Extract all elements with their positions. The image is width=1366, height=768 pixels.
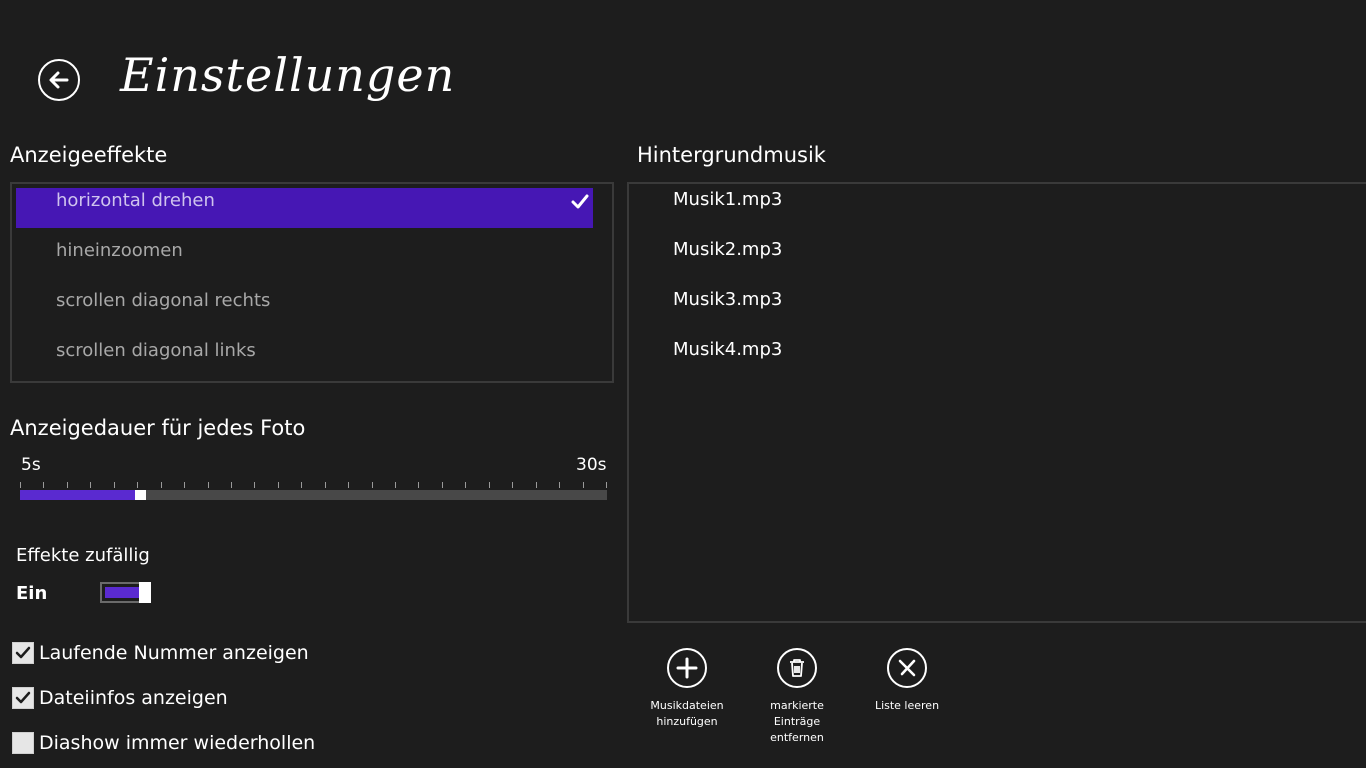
slider-tick	[442, 482, 443, 488]
effects-heading: Anzeigeeffekte	[10, 143, 168, 167]
slider-tick	[348, 482, 349, 488]
slider-tick	[536, 482, 537, 488]
remove-selected-label: markierte Einträge entfernen	[770, 699, 824, 744]
effects-list[interactable]: horizontal drehen hineinzoomen scrollen …	[10, 182, 614, 383]
slider-tick	[606, 482, 607, 488]
slider-tick	[90, 482, 91, 488]
toggle-fill	[105, 587, 140, 598]
checkmark-icon	[15, 691, 31, 704]
slider-tick	[278, 482, 279, 488]
back-arrow-icon	[49, 71, 69, 89]
effect-item-label: horizontal drehen	[56, 190, 215, 211]
slider-tick	[372, 482, 373, 488]
slider-max-label: 30s	[576, 455, 607, 475]
slider-tick	[231, 482, 232, 488]
slider-thumb[interactable]	[135, 490, 146, 500]
slider-tick	[325, 482, 326, 488]
effect-item-scrollen-diagonal-links[interactable]: scrollen diagonal links	[16, 338, 593, 378]
checkbox-label: Laufende Nummer anzeigen	[39, 642, 309, 664]
clear-list-button[interactable]: Liste leeren	[852, 648, 962, 714]
checkbox-label: Dateiinfos anzeigen	[39, 687, 228, 709]
slider-tick	[208, 482, 209, 488]
plus-icon-circle	[667, 648, 707, 688]
random-effects-toggle[interactable]	[100, 582, 151, 603]
clear-list-label: Liste leeren	[874, 699, 940, 712]
effect-item-label: hineinzoomen	[56, 240, 183, 261]
slider-tick	[465, 482, 466, 488]
remove-selected-button[interactable]: markierte Einträge entfernen	[742, 648, 852, 746]
checkbox-laufende-nummer[interactable]: Laufende Nummer anzeigen	[12, 640, 309, 666]
add-music-button[interactable]: Musikdateien hinzufügen	[632, 648, 742, 730]
trash-icon	[790, 659, 804, 677]
slider-tick	[559, 482, 560, 488]
duration-heading: Anzeigedauer für jedes Foto	[10, 416, 306, 440]
checkmark-icon	[571, 194, 589, 209]
toggle-knob[interactable]	[139, 582, 151, 603]
music-item[interactable]: Musik3.mp3	[673, 289, 782, 310]
effect-item-scrollen-diagonal-rechts[interactable]: scrollen diagonal rechts	[16, 288, 593, 328]
effect-item-label: scrollen diagonal rechts	[56, 290, 271, 311]
slider-tick	[418, 482, 419, 488]
clear-x-icon-circle	[887, 648, 927, 688]
clear-x-icon	[898, 659, 916, 677]
slider-tick	[512, 482, 513, 488]
checkbox-diashow-wiederholen[interactable]: Diashow immer wiederhollen	[12, 730, 315, 756]
slider-tick	[137, 482, 138, 488]
checkbox-box[interactable]	[12, 642, 34, 664]
plus-icon	[676, 657, 698, 679]
music-item[interactable]: Musik1.mp3	[673, 189, 782, 210]
slider-tick	[583, 482, 584, 488]
checkbox-box[interactable]	[12, 732, 34, 754]
effect-item-hineinzoomen[interactable]: hineinzoomen	[16, 238, 593, 278]
slider-tick	[114, 482, 115, 488]
music-item[interactable]: Musik4.mp3	[673, 339, 782, 360]
checkbox-box[interactable]	[12, 687, 34, 709]
checkbox-label: Diashow immer wiederhollen	[39, 732, 316, 754]
slider-tick	[489, 482, 490, 488]
slider-fill	[20, 490, 135, 500]
back-button[interactable]	[38, 59, 80, 101]
random-effects-state: Ein	[16, 583, 48, 604]
checkmark-icon	[15, 646, 31, 659]
slider-tick	[20, 482, 21, 488]
slider-ticks	[20, 482, 607, 488]
slider-tick	[301, 482, 302, 488]
slider-tick	[395, 482, 396, 488]
checkbox-dateiinfos[interactable]: Dateiinfos anzeigen	[12, 685, 228, 711]
effect-item-label: scrollen diagonal links	[56, 340, 256, 361]
slider-tick	[67, 482, 68, 488]
trash-icon-circle	[777, 648, 817, 688]
duration-slider[interactable]	[20, 490, 607, 500]
page-title: Einstellungen	[120, 48, 456, 102]
slider-min-label: 5s	[21, 455, 41, 475]
effect-item-horizontal-drehen[interactable]: horizontal drehen	[16, 188, 593, 228]
random-effects-label: Effekte zufällig	[16, 545, 150, 566]
music-heading: Hintergrundmusik	[637, 143, 826, 167]
music-item[interactable]: Musik2.mp3	[673, 239, 782, 260]
add-music-label: Musikdateien hinzufügen	[650, 699, 724, 728]
slider-tick	[43, 482, 44, 488]
slider-tick	[254, 482, 255, 488]
music-list[interactable]: Musik1.mp3 Musik2.mp3 Musik3.mp3 Musik4.…	[627, 182, 1366, 623]
slider-tick	[184, 482, 185, 488]
slider-tick	[161, 482, 162, 488]
